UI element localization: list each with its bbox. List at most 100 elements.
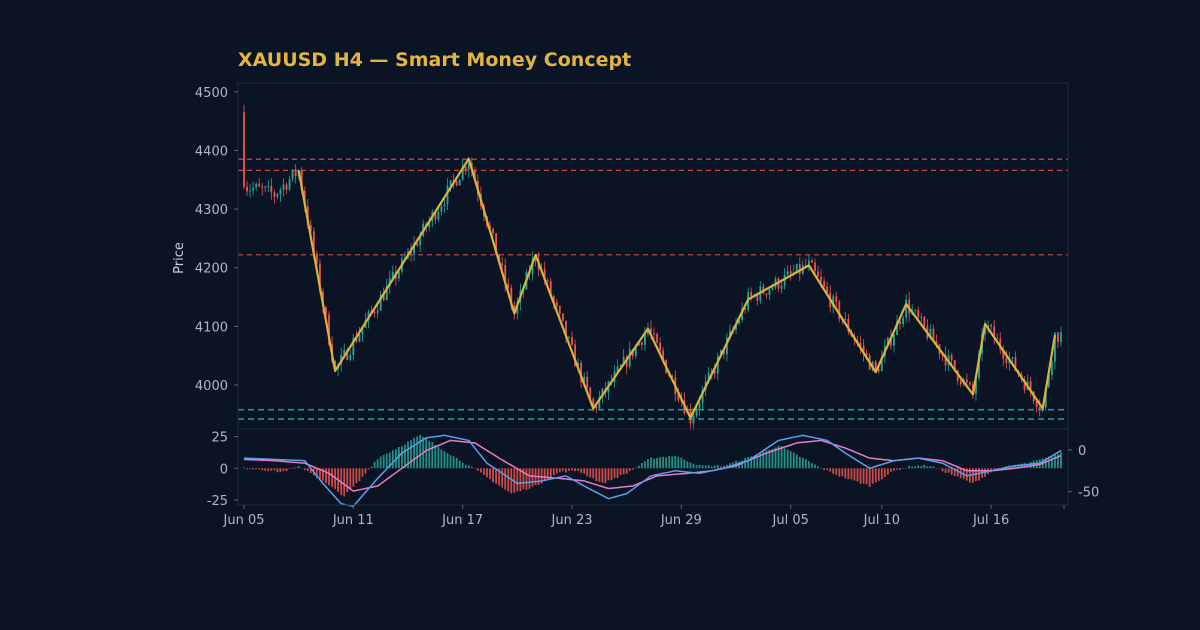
histogram-bar bbox=[1060, 452, 1062, 469]
histogram-bar bbox=[473, 468, 476, 469]
histogram-bar bbox=[935, 468, 938, 469]
candle-body bbox=[246, 186, 248, 192]
histogram-bar bbox=[410, 440, 412, 469]
histogram-bar bbox=[328, 468, 330, 486]
histogram-bar bbox=[516, 468, 519, 492]
candle-body bbox=[835, 296, 838, 302]
histogram-bar bbox=[686, 461, 689, 469]
histogram-bar bbox=[276, 468, 279, 473]
zigzag bbox=[297, 157, 1057, 419]
histogram-bar bbox=[710, 466, 713, 469]
candle-body bbox=[893, 334, 895, 346]
candle-body bbox=[905, 299, 908, 318]
candle-body bbox=[765, 293, 768, 295]
histogram-bar bbox=[950, 468, 953, 475]
histogram-bar bbox=[258, 468, 261, 470]
histogram-bar bbox=[261, 468, 264, 471]
histogram-bar bbox=[361, 468, 364, 477]
candle-body bbox=[659, 342, 662, 351]
candle-body bbox=[950, 355, 953, 361]
histogram-bar bbox=[695, 465, 698, 469]
candle-body bbox=[285, 184, 288, 190]
histogram-bar bbox=[929, 466, 932, 469]
histogram-bar bbox=[428, 441, 431, 469]
macd-line bbox=[243, 434, 1062, 508]
histogram-bar bbox=[786, 449, 789, 469]
candle-body bbox=[656, 333, 658, 343]
histogram-bar bbox=[479, 468, 482, 473]
histogram-bar bbox=[401, 446, 403, 469]
histogram-bar bbox=[449, 455, 452, 469]
histogram-bar bbox=[917, 465, 920, 469]
histogram-bar bbox=[555, 468, 558, 474]
candle-body bbox=[695, 408, 698, 416]
histogram-bar bbox=[592, 468, 595, 479]
histogram-bar bbox=[713, 465, 716, 469]
histogram-bar bbox=[798, 456, 801, 469]
histogram-bar bbox=[279, 468, 282, 473]
histogram-bar bbox=[601, 468, 604, 483]
candle-body bbox=[798, 264, 801, 274]
histogram-bar bbox=[367, 468, 370, 470]
histogram-bar bbox=[653, 458, 655, 469]
x-tick-label: Jun 17 bbox=[441, 513, 483, 528]
histogram-bar bbox=[549, 468, 552, 478]
candle-body bbox=[823, 281, 826, 287]
histogram-bar bbox=[859, 468, 862, 484]
histogram-bar bbox=[838, 468, 841, 477]
candle-body bbox=[568, 337, 570, 339]
histogram-bar bbox=[382, 454, 385, 469]
candle-body bbox=[555, 301, 558, 307]
histogram-bar bbox=[826, 468, 829, 471]
histogram-bar bbox=[504, 468, 507, 490]
candle-body bbox=[653, 333, 655, 335]
candle-body bbox=[373, 311, 376, 313]
indicator-tick-label: 25 bbox=[211, 431, 228, 446]
histogram-bar bbox=[856, 468, 859, 482]
histogram-bar bbox=[467, 465, 470, 469]
zigzag-line bbox=[297, 157, 1057, 419]
histogram-bar bbox=[808, 461, 810, 469]
histogram-bar bbox=[883, 468, 886, 478]
histogram-bar bbox=[589, 468, 592, 478]
histogram-bar bbox=[571, 468, 573, 471]
key-levels bbox=[238, 158, 1068, 420]
candle-body bbox=[546, 280, 549, 282]
histogram-bar bbox=[470, 466, 473, 469]
candle-body bbox=[698, 403, 701, 409]
histogram-bar bbox=[880, 468, 883, 480]
candle-body bbox=[288, 179, 291, 190]
histogram-bar bbox=[528, 468, 531, 489]
histogram-bar bbox=[443, 451, 446, 469]
histogram-bar bbox=[577, 468, 580, 472]
histogram-bar bbox=[613, 468, 616, 479]
histogram-bar bbox=[607, 468, 610, 481]
candle-body bbox=[771, 287, 774, 290]
histogram-bar bbox=[489, 468, 491, 480]
y-tick-label: 4000 bbox=[195, 379, 228, 394]
histogram-bar bbox=[647, 459, 649, 469]
candle-body bbox=[267, 185, 270, 187]
histogram-bar bbox=[580, 468, 583, 473]
macd-histogram bbox=[243, 435, 1062, 497]
histogram-bar bbox=[844, 468, 847, 479]
histogram-bar bbox=[568, 468, 570, 471]
histogram-bar bbox=[246, 468, 248, 470]
histogram-bar bbox=[862, 468, 865, 484]
histogram-bar bbox=[379, 456, 382, 469]
histogram-bar bbox=[616, 468, 619, 479]
histogram-bar bbox=[583, 468, 586, 474]
candle-body bbox=[492, 228, 494, 234]
chart-title: XAUUSD H4 — Smart Money Concept bbox=[238, 49, 631, 71]
histogram-bar bbox=[552, 468, 555, 476]
candle-body bbox=[349, 355, 352, 360]
histogram-bar bbox=[267, 468, 270, 472]
histogram-bar bbox=[792, 452, 795, 469]
y-tick-label: 4200 bbox=[195, 262, 228, 277]
histogram-bar bbox=[814, 464, 816, 469]
histogram-bar bbox=[565, 468, 567, 473]
candle-body bbox=[264, 186, 267, 188]
candle-body bbox=[814, 262, 816, 272]
histogram-bar bbox=[886, 468, 889, 475]
histogram-bar bbox=[373, 461, 376, 469]
